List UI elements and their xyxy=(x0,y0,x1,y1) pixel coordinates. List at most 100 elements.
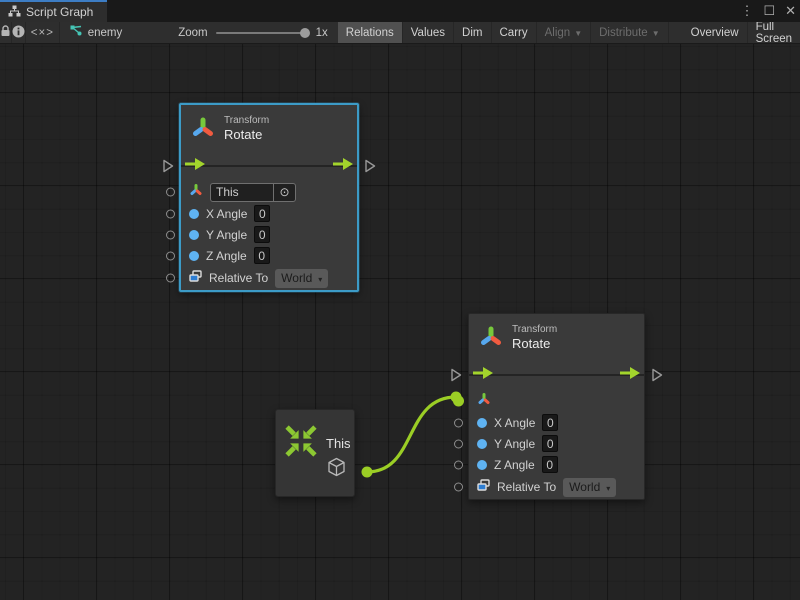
graph-name-label: enemy xyxy=(88,27,123,39)
chevron-down-icon: ▼ xyxy=(574,29,582,38)
port-row-y-angle: Y Angle 0 xyxy=(181,224,357,245)
port-row-this: This ⊙ xyxy=(181,181,357,203)
values-button[interactable]: Values xyxy=(403,22,454,43)
relative-to-dropdown[interactable]: World ▾ xyxy=(275,269,328,288)
code-preview-button[interactable]: <×> xyxy=(26,22,60,43)
z-angle-value-field[interactable]: 0 xyxy=(542,456,558,473)
float-port-icon xyxy=(189,251,199,261)
node-this[interactable]: This xyxy=(275,409,355,497)
maximize-icon[interactable]: ☐ xyxy=(763,0,775,22)
x-angle-value-field[interactable]: 0 xyxy=(254,205,270,222)
distribute-button[interactable]: Distribute ▼ xyxy=(591,22,669,43)
dropdown-arrow-icon: ▾ xyxy=(606,484,610,493)
enum-icon xyxy=(189,269,202,287)
node-header[interactable]: Transform Rotate xyxy=(181,105,357,151)
y-angle-input-port[interactable] xyxy=(166,230,175,239)
relations-button[interactable]: Relations xyxy=(338,22,403,43)
overview-button[interactable]: Overview xyxy=(683,22,748,43)
transform-mini-icon xyxy=(477,392,491,410)
object-picker-icon[interactable]: ⊙ xyxy=(273,184,295,201)
this-input-port-connected[interactable] xyxy=(453,396,464,407)
lock-button[interactable] xyxy=(0,22,12,43)
carry-button[interactable]: Carry xyxy=(492,22,537,43)
tab-script-graph[interactable]: Script Graph xyxy=(0,0,107,22)
node-type-label: Transform xyxy=(224,115,269,127)
zoom-label: Zoom xyxy=(178,27,207,39)
close-icon[interactable]: ✕ xyxy=(785,0,796,22)
enum-icon xyxy=(477,478,490,496)
flow-output-port[interactable] xyxy=(651,368,663,382)
flow-input-port[interactable] xyxy=(450,368,462,382)
this-input-port[interactable] xyxy=(166,188,175,197)
x-angle-input-port[interactable] xyxy=(454,418,463,427)
flow-row xyxy=(469,360,644,390)
float-port-icon xyxy=(189,209,199,219)
transform-icon xyxy=(479,325,503,352)
relative-to-dropdown[interactable]: World ▾ xyxy=(563,478,616,497)
graph-tab-icon xyxy=(8,5,21,20)
z-angle-input-port[interactable] xyxy=(166,251,175,260)
self-icon xyxy=(284,424,318,463)
info-icon xyxy=(12,25,25,41)
y-angle-value-field[interactable]: 0 xyxy=(254,226,270,243)
x-angle-value-field[interactable]: 0 xyxy=(542,414,558,431)
inspect-button[interactable] xyxy=(12,22,26,43)
transform-icon xyxy=(191,116,215,143)
float-port-icon xyxy=(477,439,487,449)
node-header[interactable]: Transform Rotate xyxy=(469,314,644,360)
this-object-field[interactable]: This ⊙ xyxy=(210,183,296,202)
port-row-x-angle: X Angle 0 xyxy=(469,412,644,433)
float-port-icon xyxy=(477,418,487,428)
node-rotate-1[interactable]: Transform Rotate xyxy=(179,103,359,292)
port-row-z-angle: Z Angle 0 xyxy=(469,454,644,475)
tab-title: Script Graph xyxy=(26,5,93,19)
lock-icon xyxy=(0,25,11,40)
graph-breadcrumb[interactable]: enemy xyxy=(60,22,133,43)
float-port-icon xyxy=(477,460,487,470)
z-angle-value-field[interactable]: 0 xyxy=(254,247,270,264)
zoom-slider-handle[interactable] xyxy=(300,28,310,38)
flow-input-port[interactable] xyxy=(162,159,174,173)
port-row-z-angle: Z Angle 0 xyxy=(181,245,357,266)
z-angle-input-port[interactable] xyxy=(454,460,463,469)
flow-row xyxy=(181,151,357,181)
zoom-slider[interactable] xyxy=(216,32,308,34)
connection-wire xyxy=(0,44,800,600)
x-angle-input-port[interactable] xyxy=(166,209,175,218)
port-row-relative-to: Relative To World ▾ xyxy=(181,266,357,290)
node-title: Rotate xyxy=(224,127,269,143)
port-row-x-angle: X Angle 0 xyxy=(181,203,357,224)
gameobject-cube-icon[interactable] xyxy=(327,457,346,482)
port-row-relative-to: Relative To World ▾ xyxy=(469,475,644,499)
relative-to-input-port[interactable] xyxy=(166,274,175,283)
graph-canvas[interactable]: Transform Rotate xyxy=(0,44,800,600)
flow-out-arrow-icon xyxy=(620,366,640,384)
graph-toolbar: <×> enemy Zoom 1x Relations Values xyxy=(0,22,800,44)
node-type-label: Transform xyxy=(512,324,557,336)
fullscreen-button[interactable]: Full Screen xyxy=(748,22,800,43)
code-icon: <×> xyxy=(31,27,54,39)
flow-in-arrow-icon xyxy=(473,366,493,384)
align-button[interactable]: Align ▼ xyxy=(537,22,592,43)
window-menu-icon[interactable]: ⋮ xyxy=(740,0,753,22)
y-angle-input-port[interactable] xyxy=(454,439,463,448)
dim-button[interactable]: Dim xyxy=(454,22,491,43)
script-graph-window: Script Graph ⋮ ☐ ✕ xyxy=(0,0,800,600)
y-angle-value-field[interactable]: 0 xyxy=(542,435,558,452)
zoom-control: Zoom 1x xyxy=(132,22,338,43)
graph-asset-icon xyxy=(70,25,83,40)
this-node-label: This xyxy=(326,436,351,451)
float-port-icon xyxy=(189,230,199,240)
relative-to-input-port[interactable] xyxy=(454,483,463,492)
dropdown-arrow-icon: ▾ xyxy=(318,275,322,284)
flow-out-arrow-icon xyxy=(333,157,353,175)
flow-output-port[interactable] xyxy=(364,159,376,173)
port-row-this xyxy=(469,390,644,412)
node-title: Rotate xyxy=(512,336,557,352)
tab-bar: Script Graph ⋮ ☐ ✕ xyxy=(0,0,800,22)
chevron-down-icon: ▼ xyxy=(652,29,660,38)
node-rotate-2[interactable]: Transform Rotate xyxy=(468,313,645,500)
zoom-value: 1x xyxy=(316,27,328,39)
port-row-y-angle: Y Angle 0 xyxy=(469,433,644,454)
transform-mini-icon xyxy=(189,183,203,201)
